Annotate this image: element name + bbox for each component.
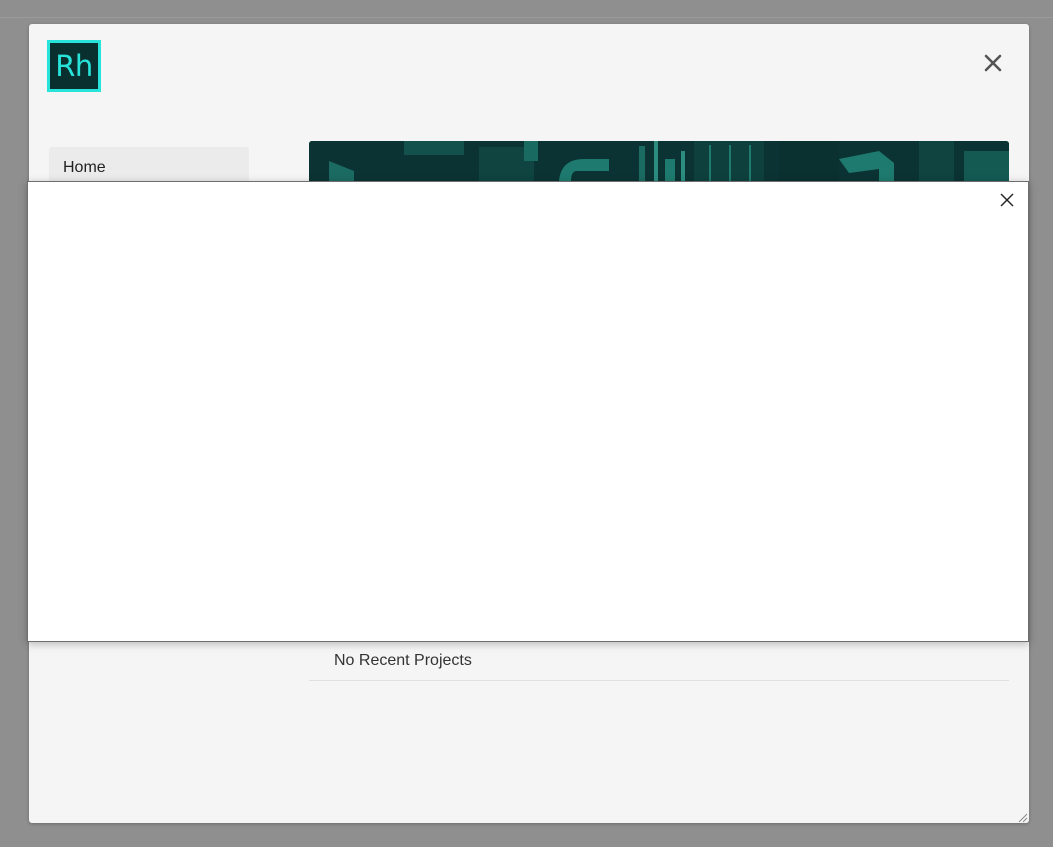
top-bar-divider (0, 0, 1053, 18)
sidebar-item-label: Home (63, 159, 106, 176)
resize-grip[interactable] (1016, 810, 1028, 823)
recent-projects-divider (309, 680, 1009, 681)
resize-grip-icon (1018, 813, 1028, 823)
modal-dialog (27, 181, 1029, 642)
recent-projects-empty-message: No Recent Projects (334, 652, 472, 669)
close-icon (984, 54, 1002, 72)
window-close-button[interactable] (980, 50, 1006, 76)
close-icon (1000, 193, 1014, 207)
dialog-close-button[interactable] (998, 191, 1016, 209)
app-logo: Rh (47, 40, 101, 92)
